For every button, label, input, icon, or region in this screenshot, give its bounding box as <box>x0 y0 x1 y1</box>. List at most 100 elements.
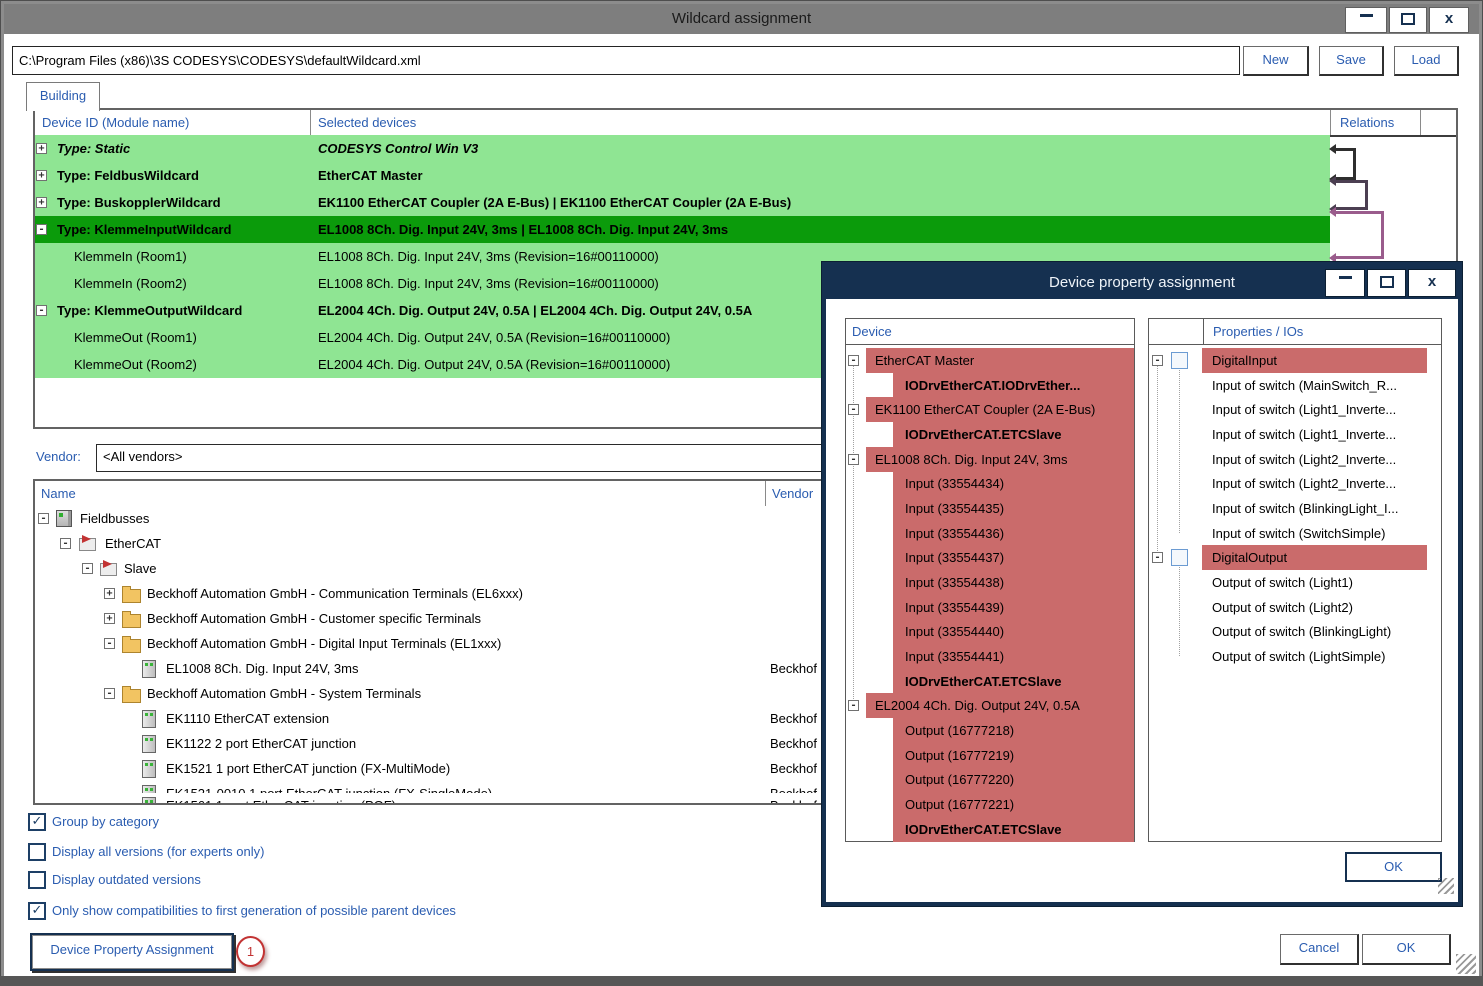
collapse-icon[interactable]: - <box>848 355 859 366</box>
wildcard-row-buskoppler[interactable]: + Type: BuskopplerWildcard EK1100 EtherC… <box>35 189 1330 216</box>
device-property-assignment-button[interactable]: Device Property Assignment <box>30 933 234 971</box>
device-tree-row[interactable]: Output (16777219) <box>846 743 1134 768</box>
property-tree-row[interactable]: Output of switch (Light1) <box>1149 570 1441 595</box>
device-tree-row[interactable]: Input (33554438) <box>846 570 1134 595</box>
tab-building[interactable]: Building <box>26 82 100 111</box>
cell-selected-devices: CODESYS Control Win V3 <box>318 135 478 162</box>
cancel-button-label: Cancel <box>1299 940 1339 955</box>
device-tree-row[interactable]: Output (16777220) <box>846 767 1134 792</box>
device-tree-row[interactable]: - EL1008 8Ch. Dig. Input 24V, 3ms <box>846 447 1134 472</box>
device-tree-row[interactable]: IODrvEtherCAT.ETCSlave <box>846 817 1134 842</box>
device-tree-row[interactable]: - EL2004 4Ch. Dig. Output 24V, 0.5A <box>846 693 1134 718</box>
property-tree-row[interactable]: - DigitalInput <box>1149 348 1441 373</box>
collapse-icon[interactable]: - <box>848 454 859 465</box>
property-tree-row[interactable]: Output of switch (LightSimple) <box>1149 644 1441 669</box>
collapse-icon[interactable]: - <box>1152 552 1163 563</box>
property-tree-row[interactable]: Output of switch (Light2) <box>1149 595 1441 620</box>
property-checkbox-unchecked[interactable] <box>1171 549 1188 566</box>
device-tree-row[interactable]: Input (33554434) <box>846 471 1134 496</box>
property-tree-row[interactable]: Input of switch (MainSwitch_R... <box>1149 373 1441 398</box>
collapse-icon[interactable]: - <box>104 638 115 649</box>
device-tree-row[interactable]: Input (33554436) <box>846 521 1134 546</box>
titlebar[interactable]: Wildcard assignment <box>4 4 1479 34</box>
property-tree-row[interactable]: Input of switch (Light1_Inverte... <box>1149 422 1441 447</box>
property-tree-row[interactable]: Input of switch (SwitchSimple) <box>1149 521 1441 546</box>
collapse-icon[interactable]: - <box>60 538 71 549</box>
device-tree-row[interactable]: Input (33554435) <box>846 496 1134 521</box>
device-tree-row[interactable]: IODrvEtherCAT.ETCSlave <box>846 669 1134 694</box>
wildcard-file-path-input[interactable] <box>12 46 1240 75</box>
collapse-icon[interactable]: - <box>38 513 49 524</box>
device-tree-row[interactable]: - EK1100 EtherCAT Coupler (2A E-Bus) <box>846 397 1134 422</box>
wildcard-row-klemme-input[interactable]: - Type: KlemmeInputWildcard EL1008 8Ch. … <box>35 216 1330 243</box>
collapse-icon[interactable]: - <box>82 563 93 574</box>
maximize-icon <box>1401 13 1415 25</box>
relation-arrow-icon <box>1329 207 1336 217</box>
expand-icon[interactable]: + <box>104 613 115 624</box>
device-property-assignment-label: Device Property Assignment <box>50 942 213 957</box>
device-tree-row[interactable]: Input (33554440) <box>846 619 1134 644</box>
device-tree-row[interactable]: Output (16777218) <box>846 718 1134 743</box>
property-tree-label: Output of switch (Light1) <box>1212 570 1353 595</box>
collapse-icon[interactable]: - <box>36 224 47 235</box>
collapse-icon[interactable]: - <box>848 700 859 711</box>
property-tree-row[interactable]: Input of switch (Light2_Inverte... <box>1149 447 1441 472</box>
catalog-item-label: Beckhoff Automation GmbH - Customer spec… <box>147 606 481 631</box>
dialog-maximize-button[interactable] <box>1367 269 1406 297</box>
dialog-ok-button[interactable]: OK <box>1345 852 1442 882</box>
column-divider[interactable] <box>1420 110 1421 135</box>
device-tree-row[interactable]: Input (33554437) <box>846 545 1134 570</box>
column-divider[interactable] <box>310 110 311 135</box>
option-label[interactable]: Group by category <box>52 813 159 830</box>
column-divider[interactable] <box>765 481 766 506</box>
expand-icon[interactable]: + <box>36 197 47 208</box>
device-tree-row[interactable]: IODrvEtherCAT.ETCSlave <box>846 422 1134 447</box>
property-tree-row[interactable]: Input of switch (Light1_Inverte... <box>1149 397 1441 422</box>
checkbox-checked[interactable]: ✓ <box>28 813 46 831</box>
ok-button[interactable]: OK <box>1362 934 1451 965</box>
device-tree-row[interactable]: IODrvEtherCAT.IODrvEther... <box>846 373 1134 398</box>
collapse-icon[interactable]: - <box>36 305 47 316</box>
dialog-close-button[interactable]: x <box>1408 269 1456 297</box>
device-tree-row[interactable]: Input (33554441) <box>846 644 1134 669</box>
option-label[interactable]: Display all versions (for experts only) <box>52 843 264 860</box>
device-tree-row[interactable]: - EtherCAT Master <box>846 348 1134 373</box>
catalog-item-vendor: Beckhof <box>770 656 817 681</box>
option-label[interactable]: Display outdated versions <box>52 871 201 888</box>
dialog-resize-grip[interactable] <box>1438 878 1454 894</box>
checkbox-checked[interactable]: ✓ <box>28 902 46 920</box>
close-button[interactable]: x <box>1429 7 1469 33</box>
load-button[interactable]: Load <box>1394 46 1459 76</box>
maximize-button[interactable] <box>1389 7 1427 33</box>
collapse-icon[interactable]: - <box>104 688 115 699</box>
cancel-button[interactable]: Cancel <box>1280 934 1359 965</box>
catalog-item-label: Beckhoff Automation GmbH - Communication… <box>147 581 523 606</box>
property-tree-row[interactable]: Input of switch (BlinkingLight_I... <box>1149 496 1441 521</box>
expand-icon[interactable]: + <box>104 588 115 599</box>
resize-grip[interactable] <box>1456 954 1476 974</box>
checkbox-unchecked[interactable] <box>28 843 46 861</box>
property-checkbox-unchecked[interactable] <box>1171 352 1188 369</box>
wildcard-row-feldbus[interactable]: + Type: FeldbusWildcard EtherCAT Master <box>35 162 1330 189</box>
property-tree-row[interactable]: Output of switch (BlinkingLight) <box>1149 619 1441 644</box>
checkbox-unchecked[interactable] <box>28 871 46 889</box>
device-tree-row[interactable]: Output (16777221) <box>846 792 1134 817</box>
new-button[interactable]: New <box>1243 46 1309 76</box>
column-divider[interactable] <box>1330 110 1331 135</box>
terminal-device-icon <box>142 760 156 778</box>
expand-icon[interactable]: + <box>36 143 47 154</box>
annotation-number: 1 <box>247 944 254 959</box>
property-tree-row[interactable]: Input of switch (Light2_Inverte... <box>1149 471 1441 496</box>
dialog-minimize-button[interactable] <box>1325 269 1365 297</box>
collapse-icon[interactable]: - <box>848 404 859 415</box>
expand-icon[interactable]: + <box>36 170 47 181</box>
collapse-icon[interactable]: - <box>1152 355 1163 366</box>
minimize-button[interactable] <box>1345 7 1387 33</box>
save-button[interactable]: Save <box>1319 46 1384 76</box>
option-label[interactable]: Only show compatibilities to first gener… <box>52 902 456 919</box>
device-tree-row[interactable]: Input (33554439) <box>846 595 1134 620</box>
cell-device-id: Type: BuskopplerWildcard <box>57 189 221 216</box>
wildcard-row-static[interactable]: + Type: Static CODESYS Control Win V3 <box>35 135 1330 162</box>
property-tree-row[interactable]: - DigitalOutput <box>1149 545 1441 570</box>
cell-selected-devices: EtherCAT Master <box>318 162 423 189</box>
